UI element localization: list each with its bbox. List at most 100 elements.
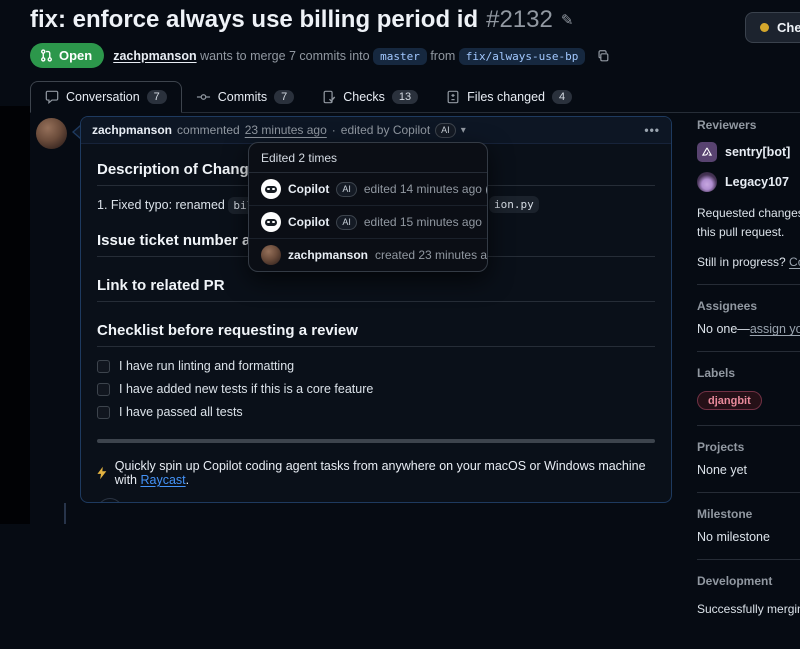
comment-caret (72, 125, 80, 139)
copy-branch-icon[interactable] (596, 49, 610, 63)
checks-status-button[interactable]: Check (745, 12, 800, 43)
pending-status-dot-icon (760, 23, 769, 32)
sidebar-section-labels: Labels djangbit (697, 366, 800, 426)
pr-author-link[interactable]: zachpmanson (113, 49, 196, 63)
task-item: I have added new tests if this is a core… (97, 382, 655, 396)
pr-sidebar: Reviewers sentry[bot] Legacy107 Requeste… (697, 118, 800, 649)
pr-tab-bar: Conversation 7 Commits 7 Checks 13 Files… (30, 81, 800, 113)
tab-label: Commits (218, 90, 267, 104)
task-label: I have run linting and formatting (119, 359, 294, 373)
edit-title-icon[interactable]: ✎ (561, 11, 574, 29)
checklist-icon (322, 90, 336, 104)
comment-action-text: commented (177, 123, 240, 137)
head-branch-label[interactable]: fix/always-use-bp (459, 48, 586, 65)
avatar (261, 245, 281, 265)
task-item: I have run linting and formatting (97, 359, 655, 373)
commit-icon (196, 90, 211, 104)
tab-counter: 7 (147, 90, 167, 104)
add-reaction-button[interactable] (97, 498, 123, 503)
tab-counter: 4 (552, 90, 572, 104)
edit-history-dropdown: Edited 2 times Copilot AI edited 14 minu… (248, 142, 488, 272)
status-badge: Open (30, 43, 104, 68)
edited-separator: · (332, 123, 336, 137)
base-branch-label[interactable]: master (373, 48, 427, 65)
editor-name: zachpmanson (288, 248, 368, 262)
edit-time-text: created 23 minutes ago (375, 248, 488, 262)
tab-label: Conversation (66, 90, 140, 104)
reviewer-row[interactable]: Legacy107 (697, 172, 800, 192)
tab-files-changed[interactable]: Files changed 4 (432, 82, 586, 112)
copilot-avatar-icon (261, 212, 281, 232)
copilot-promo-row: Quickly spin up Copilot coding agent tas… (97, 459, 655, 487)
comment-icon (45, 90, 59, 104)
tab-checks[interactable]: Checks 13 (308, 82, 432, 112)
edit-history-item[interactable]: Copilot AI edited 15 minutes ago (249, 206, 487, 239)
reviewer-name: Legacy107 (725, 175, 789, 189)
reviewer-name: sentry[bot] (725, 145, 790, 159)
still-in-progress-text: Still in progress? (697, 255, 789, 269)
promo-suffix: . (186, 473, 189, 487)
editor-name: Copilot (288, 182, 329, 196)
ai-badge: AI (435, 123, 456, 138)
heading-link-pr: Link to related PR (97, 277, 655, 302)
kebab-menu-icon[interactable]: ••• (644, 123, 660, 137)
sidebar-section-assignees: Assignees No one—assign yourself (697, 299, 800, 352)
heading-checklist: Checklist before requesting a review (97, 322, 655, 347)
edit-history-item[interactable]: Copilot AI edited 14 minutes ago (most r… (249, 173, 487, 206)
tab-conversation[interactable]: Conversation 7 (30, 81, 182, 113)
section-title: Projects (697, 440, 800, 454)
pr-title: fix: enforce always use billing period i… (30, 6, 478, 34)
ai-badge: AI (336, 215, 357, 230)
sidebar-section-projects: Projects None yet (697, 440, 800, 493)
edit-time-text: edited 15 minutes ago (364, 215, 482, 229)
tab-counter: 13 (392, 90, 418, 104)
edited-by-text: edited by Copilot (341, 123, 430, 137)
task-label: I have added new tests if this is a core… (119, 382, 373, 396)
checkbox[interactable] (97, 406, 110, 419)
edit-history-title: Edited 2 times (249, 143, 487, 173)
comment-author-link[interactable]: zachpmanson (92, 123, 172, 137)
copilot-avatar-icon (261, 179, 281, 199)
section-title: Milestone (697, 507, 800, 521)
ai-badge: AI (336, 182, 357, 197)
code-span-end: ion.py (489, 196, 539, 213)
zap-icon (97, 466, 107, 480)
list-item-text: 1. Fixed typo: renamed (97, 198, 228, 212)
checkbox[interactable] (97, 383, 110, 396)
section-title: Assignees (697, 299, 800, 313)
assignees-empty-row: No one—assign yourself (697, 322, 800, 336)
label-djangbit[interactable]: djangbit (697, 391, 762, 410)
assign-yourself-link[interactable]: assign yourself (750, 322, 800, 336)
pr-number: #2132 (486, 6, 553, 34)
merge-meta-text: wants to merge 7 commits into (200, 49, 370, 63)
avatar[interactable] (36, 118, 67, 149)
tab-commits[interactable]: Commits 7 (182, 82, 308, 112)
status-badge-label: Open (59, 48, 92, 63)
file-diff-icon (446, 90, 460, 104)
sidebar-section-milestone: Milestone No milestone (697, 507, 800, 560)
comment-header: zachpmanson commented 23 minutes ago · e… (81, 117, 671, 144)
still-in-progress-row: Still in progress? Convert to draft (697, 255, 800, 269)
edit-history-item[interactable]: zachpmanson created 23 minutes ago (249, 239, 487, 271)
reviewer-row[interactable]: sentry[bot] (697, 142, 800, 162)
checkbox[interactable] (97, 360, 110, 373)
task-label: I have passed all tests (119, 405, 243, 419)
edit-time-text: edited 14 minutes ago (most recent) (364, 182, 488, 196)
markdown-divider (97, 439, 655, 443)
comment-timestamp-link[interactable]: 23 minutes ago (245, 123, 327, 137)
editor-name: Copilot (288, 215, 329, 229)
from-word: from (430, 49, 455, 63)
tab-label: Checks (343, 90, 385, 104)
page-gutter (0, 106, 30, 524)
tab-counter: 7 (274, 90, 294, 104)
convert-to-draft-link[interactable]: Convert to draft (789, 255, 800, 269)
raycast-link[interactable]: Raycast (140, 473, 185, 487)
chevron-down-icon[interactable]: ▾ (461, 125, 466, 136)
avatar (697, 172, 717, 192)
projects-empty-text: None yet (697, 463, 800, 477)
task-item: I have passed all tests (97, 405, 655, 419)
development-note: Successfully merging this pull request m… (697, 600, 800, 619)
timeline-line (64, 503, 66, 524)
pr-meta-row: Open zachpmanson wants to merge 7 commit… (30, 43, 800, 68)
requested-changes-note: Requested changes must be addressed to m… (697, 204, 800, 242)
